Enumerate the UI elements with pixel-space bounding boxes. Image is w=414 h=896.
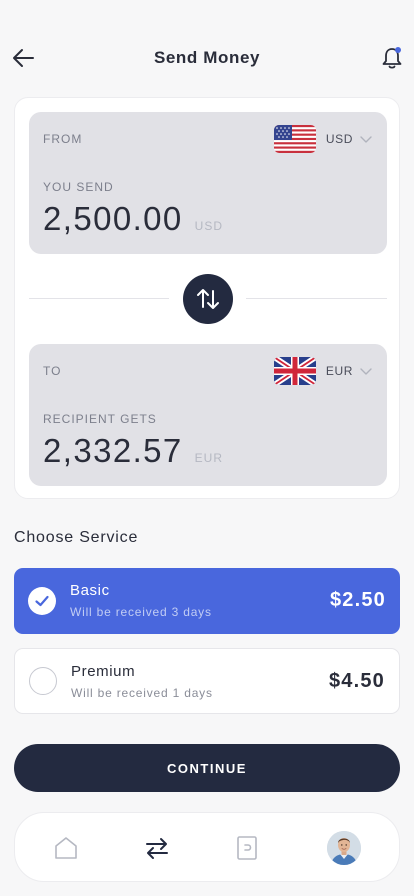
choose-service-title: Choose Service <box>14 529 139 546</box>
header: Send Money <box>0 0 414 110</box>
nav-profile[interactable] <box>326 830 362 866</box>
you-send-label: YOU SEND <box>43 180 114 194</box>
to-currency-code: EUR <box>325 364 353 378</box>
recipient-gets-label: RECIPIENT GETS <box>43 412 157 426</box>
to-label: TO <box>43 364 62 378</box>
radio-unselected[interactable] <box>29 667 57 695</box>
send-amount-unit: USD <box>194 219 223 233</box>
bottom-nav <box>14 812 400 882</box>
from-currency-code: USD <box>325 132 353 146</box>
continue-button[interactable]: CONTINUE <box>14 744 400 792</box>
nav-transfer[interactable] <box>139 830 175 866</box>
page-title: Send Money <box>153 48 261 67</box>
notification-dot <box>395 47 401 53</box>
divider-left <box>29 298 169 299</box>
swap-vertical-icon <box>197 289 219 309</box>
from-currency-selector[interactable]: USD <box>273 125 373 153</box>
from-panel: FROM USD YOU SEND 2,500.00 USD <box>29 112 387 254</box>
service-name: Basic <box>70 582 110 599</box>
nav-home[interactable] <box>48 830 84 866</box>
avatar <box>327 831 361 865</box>
service-option-basic[interactable]: Basic Will be received 3 days $2.50 <box>14 568 400 634</box>
check-icon <box>35 595 49 607</box>
notifications-button[interactable] <box>380 45 404 71</box>
us-flag-icon <box>273 125 316 153</box>
service-delivery-time: Will be received 3 days <box>70 605 212 619</box>
swap-currencies-button[interactable] <box>183 274 233 324</box>
service-name: Premium <box>71 663 136 680</box>
nav-wallet[interactable] <box>229 830 265 866</box>
receive-amount-unit: EUR <box>194 451 223 465</box>
exchange-card: FROM USD YOU SEND 2,500.00 USD TO EUR RE… <box>14 97 400 499</box>
service-delivery-time: Will be received 1 days <box>71 686 213 700</box>
transfer-icon <box>146 838 168 859</box>
wallet-icon <box>237 836 257 860</box>
receive-amount: 2,332.57 <box>43 432 183 469</box>
to-panel: TO EUR RECIPIENT GETS 2,332.57 EUR <box>29 344 387 486</box>
uk-flag-icon <box>273 357 316 385</box>
service-price: $4.50 <box>328 670 385 692</box>
send-amount: 2,500.00 <box>43 200 183 237</box>
chevron-down-icon <box>360 368 372 375</box>
service-option-premium[interactable]: Premium Will be received 1 days $4.50 <box>14 648 400 714</box>
to-currency-selector[interactable]: EUR <box>273 357 373 385</box>
radio-selected[interactable] <box>28 587 56 615</box>
from-label: FROM <box>43 132 83 146</box>
chevron-down-icon <box>360 136 372 143</box>
receive-amount-field[interactable]: 2,332.57 EUR <box>43 432 223 470</box>
bell-icon <box>382 47 402 69</box>
user-avatar-image <box>327 831 361 865</box>
send-amount-field[interactable]: 2,500.00 USD <box>43 200 223 238</box>
home-icon <box>55 837 77 859</box>
service-price: $2.50 <box>329 589 386 611</box>
divider-right <box>246 298 387 299</box>
